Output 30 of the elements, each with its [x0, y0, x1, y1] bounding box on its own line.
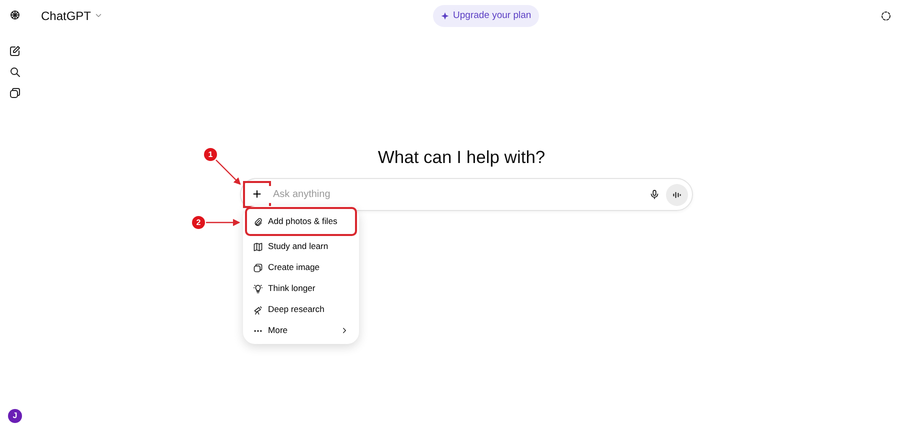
step-marker: 1 [204, 148, 217, 161]
upgrade-button[interactable]: Upgrade your plan [433, 4, 540, 28]
sparkle-icon [441, 12, 450, 20]
plus-button[interactable]: + [245, 183, 269, 206]
microphone-icon[interactable] [649, 189, 660, 200]
images-icon [253, 262, 263, 273]
annotation-arrow [206, 218, 240, 226]
menu-item[interactable]: More [247, 320, 355, 342]
telescope-icon [253, 304, 263, 315]
annotation-arrow [216, 160, 241, 185]
book-icon [253, 242, 263, 252]
model-selector[interactable]: ChatGPT [41, 7, 92, 25]
waveform-icon [672, 190, 682, 200]
paperclip-icon [253, 216, 263, 227]
menu-item[interactable]: Create image [247, 257, 355, 278]
step-marker: 2 [192, 216, 205, 229]
heading: What can I help with? [378, 147, 546, 168]
logo-icon[interactable] [9, 9, 21, 21]
menu-item[interactable]: Deep research [247, 299, 355, 320]
menu-item[interactable]: Think longer [247, 278, 355, 300]
voice-button[interactable] [666, 184, 688, 206]
images-icon[interactable] [9, 87, 21, 99]
avatar[interactable]: J [8, 409, 22, 423]
edit-icon[interactable] [9, 45, 21, 57]
temporary-chat-icon[interactable] [880, 10, 892, 22]
menu-item[interactable]: Add photos & files [247, 209, 355, 234]
lightbulb-icon [253, 284, 263, 294]
search-icon[interactable] [9, 66, 21, 78]
chevron-right-icon [340, 326, 349, 336]
menu-item[interactable]: Study and learn [247, 236, 355, 258]
